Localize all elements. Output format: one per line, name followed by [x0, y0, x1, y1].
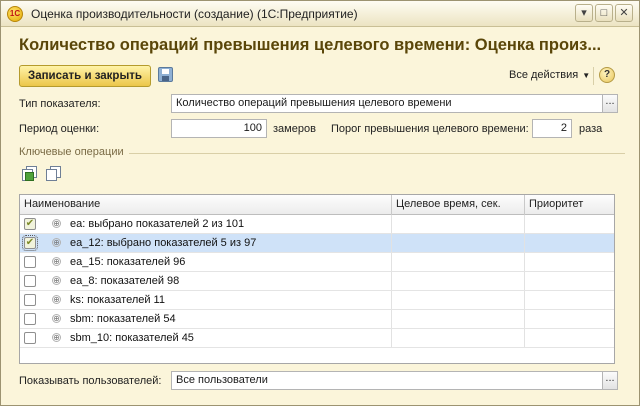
save-icon[interactable] [158, 67, 173, 82]
row-checkbox[interactable]: ✔ [22, 235, 38, 251]
form-window: 1С Оценка производительности (создание) … [0, 0, 640, 406]
row-checkbox[interactable] [24, 256, 36, 268]
priority-cell[interactable] [525, 234, 614, 252]
app-logo-icon: 1С [7, 6, 23, 22]
name-cell: ✔ ⊕ ea_12: выбрано показателей 5 из 97 [20, 234, 392, 252]
priority-cell[interactable] [525, 253, 614, 271]
all-actions-label: Все действия [509, 69, 579, 81]
expand-icon[interactable]: ⊕ [52, 333, 61, 342]
expand-icon[interactable]: ⊕ [52, 219, 61, 228]
expand-icon[interactable]: ⊕ [52, 276, 61, 285]
target-time-cell[interactable] [392, 310, 525, 328]
priority-cell[interactable] [525, 310, 614, 328]
column-header-target-time[interactable]: Целевое время, сек. [392, 195, 525, 215]
table-row[interactable]: ✔ ⊕ ea: выбрано показателей 2 из 101 [20, 215, 614, 234]
row-checkbox[interactable] [24, 275, 36, 287]
chevron-down-icon: ▼ [582, 71, 591, 80]
operation-name: sbm: показателей 54 [70, 313, 176, 325]
table-row[interactable]: ⊕ sbm: показателей 54 [20, 310, 614, 329]
threshold-label: Порог превышения целевого времени: [331, 123, 529, 135]
operation-name: ea_8: показателей 98 [70, 275, 180, 287]
group-divider [129, 153, 625, 154]
indicator-type-select-button[interactable]: ... [602, 94, 618, 113]
row-checkbox[interactable] [24, 294, 36, 306]
table-row[interactable]: ✔ ⊕ ea_12: выбрано показателей 5 из 97 [20, 234, 614, 253]
name-cell: ⊕ ea_8: показателей 98 [20, 272, 392, 290]
priority-cell[interactable] [525, 329, 614, 347]
key-operations-group-title: Ключевые операции [19, 146, 124, 158]
check-all-icon[interactable] [21, 166, 39, 182]
expand-icon[interactable]: ⊕ [52, 295, 61, 304]
threshold-field[interactable]: 2 [532, 119, 572, 138]
target-time-cell[interactable] [392, 215, 525, 233]
save-and-close-button[interactable]: Записать и закрыть [19, 65, 151, 87]
threshold-unit: раза [579, 123, 603, 135]
name-cell: ⊕ sbm_10: показателей 45 [20, 329, 392, 347]
title-bar: 1С Оценка производительности (создание) … [1, 1, 639, 27]
maximize-icon[interactable]: □ [595, 4, 613, 22]
expand-icon[interactable]: ⊕ [52, 238, 61, 247]
table-row[interactable]: ⊕ ea_15: показателей 96 [20, 253, 614, 272]
title-buttons: ▾ □ ✕ [575, 4, 633, 22]
all-actions-menu[interactable]: Все действия ▼ [509, 69, 590, 81]
period-field[interactable]: 100 [171, 119, 267, 138]
target-time-cell[interactable] [392, 329, 525, 347]
period-label: Период оценки: [19, 123, 100, 135]
indicator-type-field[interactable]: Количество операций превышения целевого … [171, 94, 603, 113]
operation-name: sbm_10: показателей 45 [70, 332, 194, 344]
toolbar-divider [593, 67, 594, 85]
priority-cell[interactable] [525, 215, 614, 233]
form-heading: Количество операций превышения целевого … [19, 36, 602, 54]
target-time-cell[interactable] [392, 272, 525, 290]
name-cell: ⊕ sbm: показателей 54 [20, 310, 392, 328]
indicator-type-label: Тип показателя: [19, 98, 101, 110]
expand-icon[interactable]: ⊕ [52, 314, 61, 323]
show-users-select-button[interactable]: ... [602, 371, 618, 390]
name-cell: ✔ ⊕ ea: выбрано показателей 2 из 101 [20, 215, 392, 233]
operation-name: ea_15: показателей 96 [70, 256, 186, 268]
name-cell: ⊕ ea_15: показателей 96 [20, 253, 392, 271]
show-users-label: Показывать пользователей: [19, 375, 162, 387]
key-operations-table[interactable]: Наименование Целевое время, сек. Приорит… [19, 194, 615, 364]
help-icon[interactable]: ? [599, 67, 615, 83]
operation-name: ks: показателей 11 [70, 294, 165, 306]
column-header-priority[interactable]: Приоритет [525, 195, 614, 215]
table-header: Наименование Целевое время, сек. Приорит… [20, 195, 614, 215]
window-title: Оценка производительности (создание) (1С… [31, 7, 358, 21]
table-row[interactable]: ⊕ sbm_10: показателей 45 [20, 329, 614, 348]
table-row[interactable]: ⊕ ea_8: показателей 98 [20, 272, 614, 291]
operation-name: ea: выбрано показателей 2 из 101 [70, 218, 245, 230]
close-icon[interactable]: ✕ [615, 4, 633, 22]
priority-cell[interactable] [525, 272, 614, 290]
row-checkbox[interactable] [24, 313, 36, 325]
target-time-cell[interactable] [392, 291, 525, 309]
target-time-cell[interactable] [392, 253, 525, 271]
row-checkbox[interactable] [24, 332, 36, 344]
show-users-field[interactable]: Все пользователи [171, 371, 603, 390]
period-unit: замеров [273, 123, 316, 135]
column-header-name[interactable]: Наименование [20, 195, 392, 215]
uncheck-all-icon[interactable] [45, 166, 63, 182]
menu-icon[interactable]: ▾ [575, 4, 593, 22]
priority-cell[interactable] [525, 291, 614, 309]
table-row[interactable]: ⊕ ks: показателей 11 [20, 291, 614, 310]
target-time-cell[interactable] [392, 234, 525, 252]
expand-icon[interactable]: ⊕ [52, 257, 61, 266]
row-checkbox[interactable]: ✔ [24, 218, 36, 230]
operation-name: ea_12: выбрано показателей 5 из 97 [70, 237, 257, 249]
name-cell: ⊕ ks: показателей 11 [20, 291, 392, 309]
